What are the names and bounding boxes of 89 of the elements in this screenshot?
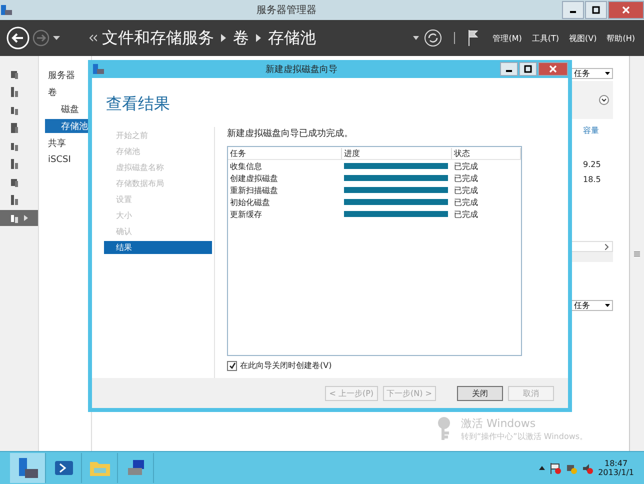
table-cell-text: 已完成 xyxy=(453,196,479,208)
minimize-button[interactable] xyxy=(562,1,584,19)
tasks-button[interactable]: 任务 xyxy=(571,300,613,311)
menu-item[interactable]: 视图(V) xyxy=(564,32,602,44)
wizard-heading: 查看结果 xyxy=(106,94,171,115)
flag-icon[interactable] xyxy=(550,462,562,474)
caret-icon[interactable] xyxy=(539,466,546,470)
window-title: 服务器管理器 xyxy=(256,4,318,17)
close-icon xyxy=(549,65,557,73)
checkbox[interactable] xyxy=(227,360,237,370)
scrollbar[interactable] xyxy=(629,56,644,451)
separator-icon xyxy=(256,34,261,42)
speaker-icon[interactable] xyxy=(582,462,594,474)
caret-icon xyxy=(605,304,610,308)
maximize-icon xyxy=(592,6,600,14)
caret-icon[interactable] xyxy=(53,35,61,41)
column-header[interactable]: 进度 xyxy=(342,148,452,158)
sidebar-item[interactable] xyxy=(0,210,38,226)
nav-item[interactable]: 存储池 xyxy=(45,119,91,133)
caret-icon xyxy=(605,72,610,76)
close-button[interactable] xyxy=(608,1,644,19)
menu-item[interactable]: 工具(T) xyxy=(526,32,564,44)
divider-icon xyxy=(454,32,456,44)
breadcrumb-item[interactable]: 卷 xyxy=(233,28,249,48)
table-cell-text: 9.25 xyxy=(583,160,602,169)
close-icon xyxy=(622,6,630,14)
dialog-button[interactable]: 关闭 xyxy=(457,386,503,400)
server-icon xyxy=(16,456,38,480)
terminal-icon xyxy=(54,460,74,476)
nav-item[interactable]: iSCSI xyxy=(39,153,91,167)
server-icon xyxy=(10,69,18,79)
scrollbar[interactable] xyxy=(571,241,613,252)
nav-item[interactable]: 共享 xyxy=(39,136,91,150)
table-cell-text: 已完成 xyxy=(453,184,479,196)
grip-icon xyxy=(634,250,640,256)
network-icon[interactable] xyxy=(566,462,578,474)
nav-item[interactable]: 服务器 xyxy=(39,68,91,82)
column-header[interactable]: 任务 xyxy=(228,148,342,158)
menu-item[interactable]: 帮助(H) xyxy=(602,32,640,44)
column-header[interactable]: 容量 xyxy=(583,125,613,136)
menu-item[interactable]: 管理(M) xyxy=(488,32,527,44)
table-cell-text: 重新扫描磁盘 xyxy=(229,184,279,196)
expand-icon xyxy=(24,215,28,221)
table-cell-text: 更新缓存 xyxy=(229,208,263,220)
table-cell-text: 已完成 xyxy=(453,172,479,184)
table-cell-text: 创建虚拟磁盘 xyxy=(229,172,279,184)
app-icon xyxy=(0,4,12,16)
chevron-icon xyxy=(605,244,609,250)
table-cell-text: 已完成 xyxy=(453,208,479,220)
back-button[interactable] xyxy=(6,26,30,50)
separator-icon xyxy=(221,34,226,42)
table-cell-text: 收集信息 xyxy=(229,160,263,172)
status-message: 新建虚拟磁盘向导已成功完成。 xyxy=(227,128,354,140)
maximize-icon xyxy=(524,65,532,73)
server-icon xyxy=(10,159,18,169)
check-icon xyxy=(228,362,236,369)
table-cell-text: 已完成 xyxy=(453,160,479,172)
app-icon xyxy=(92,63,104,75)
minimize-button[interactable] xyxy=(500,62,518,76)
maximize-button[interactable] xyxy=(585,1,607,19)
server-icon xyxy=(10,141,18,151)
panel-footer xyxy=(571,252,613,262)
wizard-step[interactable]: 结果 xyxy=(104,241,212,254)
dialog-title: 新建虚拟磁盘向导 xyxy=(264,64,338,76)
server-icon xyxy=(10,123,18,133)
close-button[interactable] xyxy=(538,62,568,76)
checkbox-label: 在此向导关闭时创建卷(V) xyxy=(240,360,332,371)
server-icon xyxy=(10,87,18,97)
column-header[interactable]: 状态 xyxy=(452,148,521,158)
breadcrumb-item[interactable]: 文件和存储服务 xyxy=(102,28,214,48)
caret-icon[interactable] xyxy=(412,36,419,40)
taskbar-app[interactable] xyxy=(10,453,46,483)
server-icon xyxy=(10,105,18,115)
refresh-icon[interactable] xyxy=(424,29,442,47)
activation-title: 激活 Windows xyxy=(461,416,537,431)
nav-item[interactable]: 磁盘 xyxy=(45,102,91,116)
chevron-icon[interactable] xyxy=(89,34,97,42)
activation-text: 转到“操作中心”以激活 Windows。 xyxy=(461,431,588,442)
computer-icon xyxy=(126,459,146,477)
breadcrumb-item[interactable]: 存储池 xyxy=(268,28,316,48)
server-icon xyxy=(10,177,18,187)
nav-item[interactable]: 卷 xyxy=(39,85,91,99)
table-cell-text: 18.5 xyxy=(583,175,602,184)
server-icon xyxy=(10,195,18,205)
maximize-button[interactable] xyxy=(519,62,537,76)
collapse-icon[interactable] xyxy=(599,95,609,105)
clock[interactable]: 18:47 2013/1/1 xyxy=(598,459,634,477)
tasks-button[interactable]: 任务 xyxy=(571,68,613,79)
table-cell-text: 初始化磁盘 xyxy=(229,196,271,208)
